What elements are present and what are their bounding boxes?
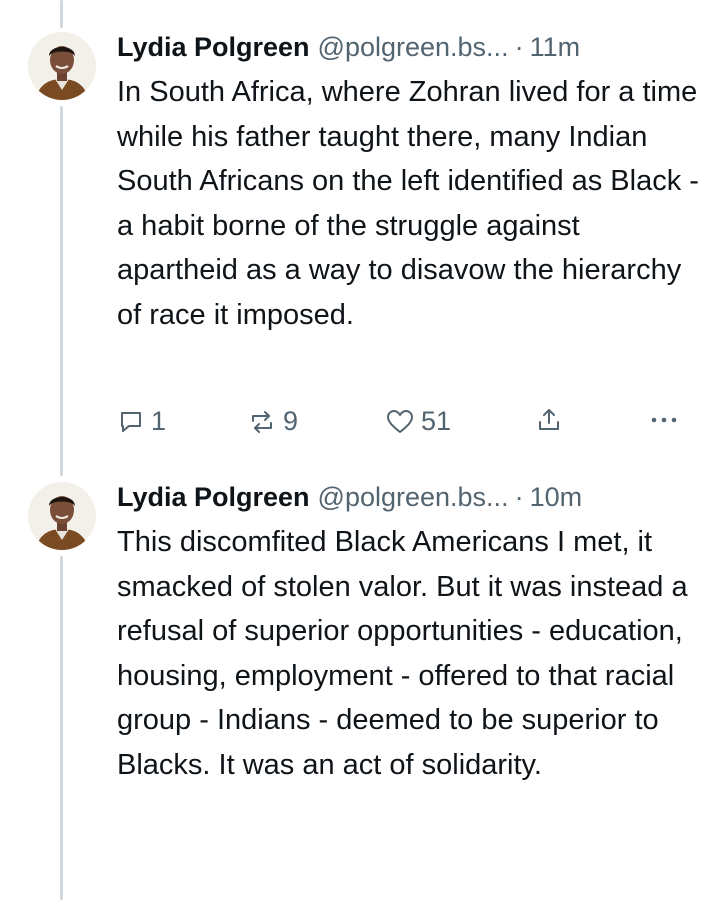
author-handle[interactable]: @polgreen.bs...: [318, 480, 509, 514]
separator-dot: ·: [514, 482, 524, 512]
post-1[interactable]: Lydia Polgreen @polgreen.bs... · 11m In …: [0, 0, 719, 470]
repost-count: 9: [283, 406, 299, 436]
avatar[interactable]: [28, 482, 96, 550]
post-time[interactable]: 10m: [530, 480, 583, 514]
repost-icon: [247, 408, 277, 436]
post-header: Lydia Polgreen @polgreen.bs... · 10m: [117, 480, 699, 514]
like-count: 51: [421, 406, 452, 436]
like-icon: [385, 408, 415, 436]
separator-dot: ·: [514, 32, 524, 62]
reply-button[interactable]: 1: [117, 406, 166, 437]
post-actions: 1 9 51: [117, 406, 692, 442]
post-time[interactable]: 11m: [530, 30, 581, 64]
avatar[interactable]: [28, 32, 96, 100]
post-2[interactable]: Lydia Polgreen @polgreen.bs... · 10m Thi…: [0, 470, 719, 900]
like-button[interactable]: 51: [385, 406, 451, 437]
repost-button[interactable]: 9: [247, 406, 298, 437]
reply-count: 1: [151, 406, 167, 436]
author-handle[interactable]: @polgreen.bs...: [318, 30, 509, 64]
more-options-button[interactable]: [649, 408, 679, 432]
more-icon: [649, 408, 679, 432]
post-text: This discomfited Black Americans I met, …: [117, 526, 688, 781]
post-text: In South Africa, where Zohran lived for …: [117, 76, 699, 331]
reply-icon: [117, 408, 145, 436]
post-header: Lydia Polgreen @polgreen.bs... · 11m: [117, 30, 699, 64]
share-button[interactable]: [535, 406, 563, 434]
author-name[interactable]: Lydia Polgreen: [117, 480, 310, 514]
author-name[interactable]: Lydia Polgreen: [117, 30, 310, 64]
share-icon: [535, 406, 563, 434]
